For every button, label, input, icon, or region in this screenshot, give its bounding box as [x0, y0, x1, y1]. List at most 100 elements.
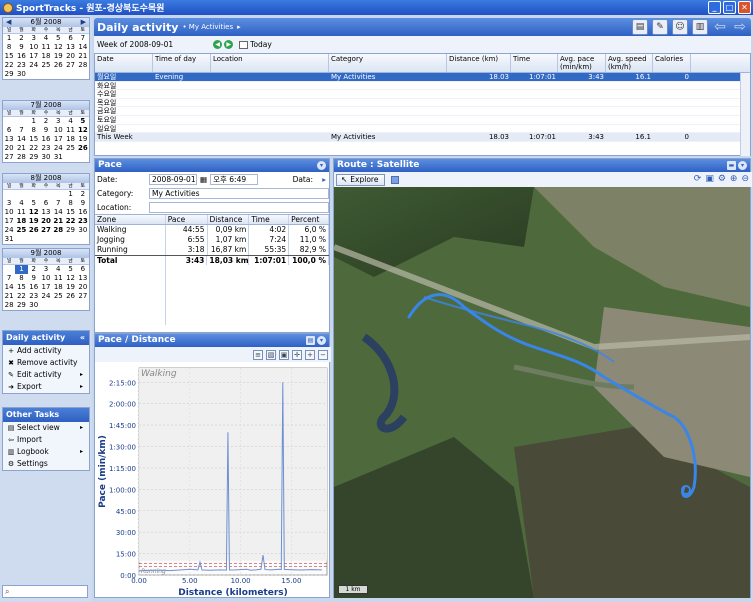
column-header[interactable]: Location: [211, 54, 329, 72]
calendar-day[interactable]: 13: [40, 208, 52, 217]
zone-column-header[interactable]: Zone: [95, 215, 166, 224]
previous-week-icon[interactable]: ◀: [213, 40, 223, 49]
table-row[interactable]: 월요일 Evening My Activities 18.03 1:07:01 3:43 1…: [95, 73, 750, 82]
task-remove-activity[interactable]: ✖ Remove activity: [3, 357, 89, 369]
calendar-day[interactable]: 25: [15, 226, 27, 235]
calendar-day[interactable]: 19: [28, 217, 40, 226]
calendar-day[interactable]: 2: [40, 117, 52, 126]
calendar-day[interactable]: 6: [77, 265, 89, 274]
list-view-icon[interactable]: ▤: [632, 19, 648, 35]
table-total-row[interactable]: This Week My Activities 18.03 1:07:01 3:43 16…: [95, 133, 750, 142]
calendar-day[interactable]: 9: [40, 126, 52, 135]
sidebar-search-input[interactable]: ⌕: [2, 585, 88, 598]
column-header[interactable]: Avg. speed (km/h): [606, 54, 653, 72]
calendar-day[interactable]: 13: [77, 274, 89, 283]
calendar-day[interactable]: 25: [64, 144, 76, 153]
calendar-day[interactable]: 23: [28, 292, 40, 301]
table-row[interactable]: 목요일: [95, 99, 750, 108]
calendar-day[interactable]: 4: [64, 117, 76, 126]
chart-save-icon[interactable]: ▣: [279, 349, 289, 360]
calendar-day[interactable]: 24: [40, 292, 52, 301]
task-settings[interactable]: ⚙ Settings: [3, 458, 89, 470]
calendar-day[interactable]: 17: [3, 217, 15, 226]
calendar-day[interactable]: 3: [28, 34, 40, 43]
calendar-day[interactable]: 6: [64, 34, 76, 43]
zoom-out-icon[interactable]: −: [318, 349, 328, 360]
date-field[interactable]: 2008-09-01: [149, 173, 197, 185]
other-tasks-panel-header[interactable]: Other Tasks: [3, 408, 89, 422]
calendar-day[interactable]: 10: [40, 274, 52, 283]
breadcrumb[interactable]: • My Activities: [182, 23, 233, 31]
calendar-day[interactable]: 8: [28, 126, 40, 135]
calendar-day[interactable]: 22: [28, 144, 40, 153]
calendar-day[interactable]: 17: [52, 135, 64, 144]
task-export[interactable]: ➜ Export ▸: [3, 381, 89, 393]
column-header[interactable]: Distance (km): [447, 54, 511, 72]
calendar-day[interactable]: 30: [28, 301, 40, 310]
calendar-day[interactable]: 3: [40, 265, 52, 274]
calendar-day[interactable]: 25: [40, 61, 52, 70]
zone-row[interactable]: Walking 44:55 0,09 km 4:02 6,0 %: [95, 225, 329, 235]
calendar-day[interactable]: 12: [77, 126, 89, 135]
calendar-day[interactable]: 28: [52, 226, 64, 235]
calendar-day[interactable]: 15: [15, 283, 27, 292]
calendar-day[interactable]: 14: [3, 283, 15, 292]
calendar-day[interactable]: 8: [15, 274, 27, 283]
calendar-day[interactable]: 18: [52, 283, 64, 292]
close-button[interactable]: ✕: [738, 1, 751, 14]
calendar-day[interactable]: 10: [28, 43, 40, 52]
calendar-day[interactable]: 12: [64, 274, 76, 283]
calendar-day[interactable]: 17: [40, 283, 52, 292]
calendar-day[interactable]: 27: [3, 153, 15, 162]
calendar-day[interactable]: 15: [3, 52, 15, 61]
calendar-day[interactable]: 6: [3, 126, 15, 135]
calendar-day[interactable]: 24: [52, 144, 64, 153]
daily-activity-panel-header[interactable]: Daily activity «: [3, 331, 89, 345]
calendar-day[interactable]: 23: [40, 144, 52, 153]
calendar-day[interactable]: 27: [40, 226, 52, 235]
calendar-day[interactable]: 28: [77, 61, 89, 70]
calendar-day[interactable]: 22: [15, 292, 27, 301]
pace-distance-chart[interactable]: 0:0015:0030:0045:001:00:001:15:001:30:00…: [95, 362, 329, 598]
calendar-day[interactable]: 4: [15, 199, 27, 208]
calendar-day[interactable]: 24: [3, 226, 15, 235]
task-add-activity[interactable]: + Add activity: [3, 345, 89, 357]
calendar-day[interactable]: 8: [3, 43, 15, 52]
calendar-day[interactable]: 20: [77, 283, 89, 292]
table-scrollbar[interactable]: [740, 73, 750, 156]
calendar-day[interactable]: 13: [3, 135, 15, 144]
calendar-day[interactable]: 20: [64, 52, 76, 61]
calendar-day[interactable]: 30: [77, 226, 89, 235]
calendar-day[interactable]: 7: [15, 126, 27, 135]
calendar-day[interactable]: 22: [3, 61, 15, 70]
calendar-day[interactable]: 30: [40, 153, 52, 162]
calendar-day[interactable]: 21: [77, 52, 89, 61]
save-map-icon[interactable]: ▣: [705, 174, 714, 184]
calendar-day[interactable]: 15: [64, 208, 76, 217]
table-row[interactable]: 화요일: [95, 82, 750, 91]
calendar-day[interactable]: 19: [77, 135, 89, 144]
calendar-day[interactable]: 27: [77, 292, 89, 301]
column-header[interactable]: Time: [511, 54, 558, 72]
calendar-day[interactable]: 11: [52, 274, 64, 283]
calendar-day[interactable]: 3: [3, 199, 15, 208]
column-header[interactable]: Date: [95, 54, 153, 72]
data-menu-icon[interactable]: ▸: [322, 175, 326, 184]
window-title-bar[interactable]: SportTracks - 원포-경상북도수목원 _ □ ✕: [0, 0, 753, 15]
category-select[interactable]: My Activities: [149, 187, 329, 199]
calendar-day[interactable]: 11: [15, 208, 27, 217]
column-header[interactable]: Category: [329, 54, 447, 72]
calendar-day[interactable]: 31: [52, 153, 64, 162]
calendar-day[interactable]: 9: [77, 199, 89, 208]
calendar-day[interactable]: 4: [52, 265, 64, 274]
calendar-day[interactable]: 27: [64, 61, 76, 70]
calendar-day[interactable]: 9: [15, 43, 27, 52]
calendar-day[interactable]: 2: [77, 190, 89, 199]
calendar-day[interactable]: 20: [3, 144, 15, 153]
zone-column-header[interactable]: Percent: [289, 215, 329, 224]
calendar-day[interactable]: 21: [15, 144, 27, 153]
calendar-day[interactable]: 14: [52, 208, 64, 217]
zone-row[interactable]: Running 3:18 16,87 km 55:35 82,9 %: [95, 245, 329, 255]
athlete-icon[interactable]: ☺: [672, 19, 688, 35]
calendar-day[interactable]: 31: [3, 235, 15, 244]
